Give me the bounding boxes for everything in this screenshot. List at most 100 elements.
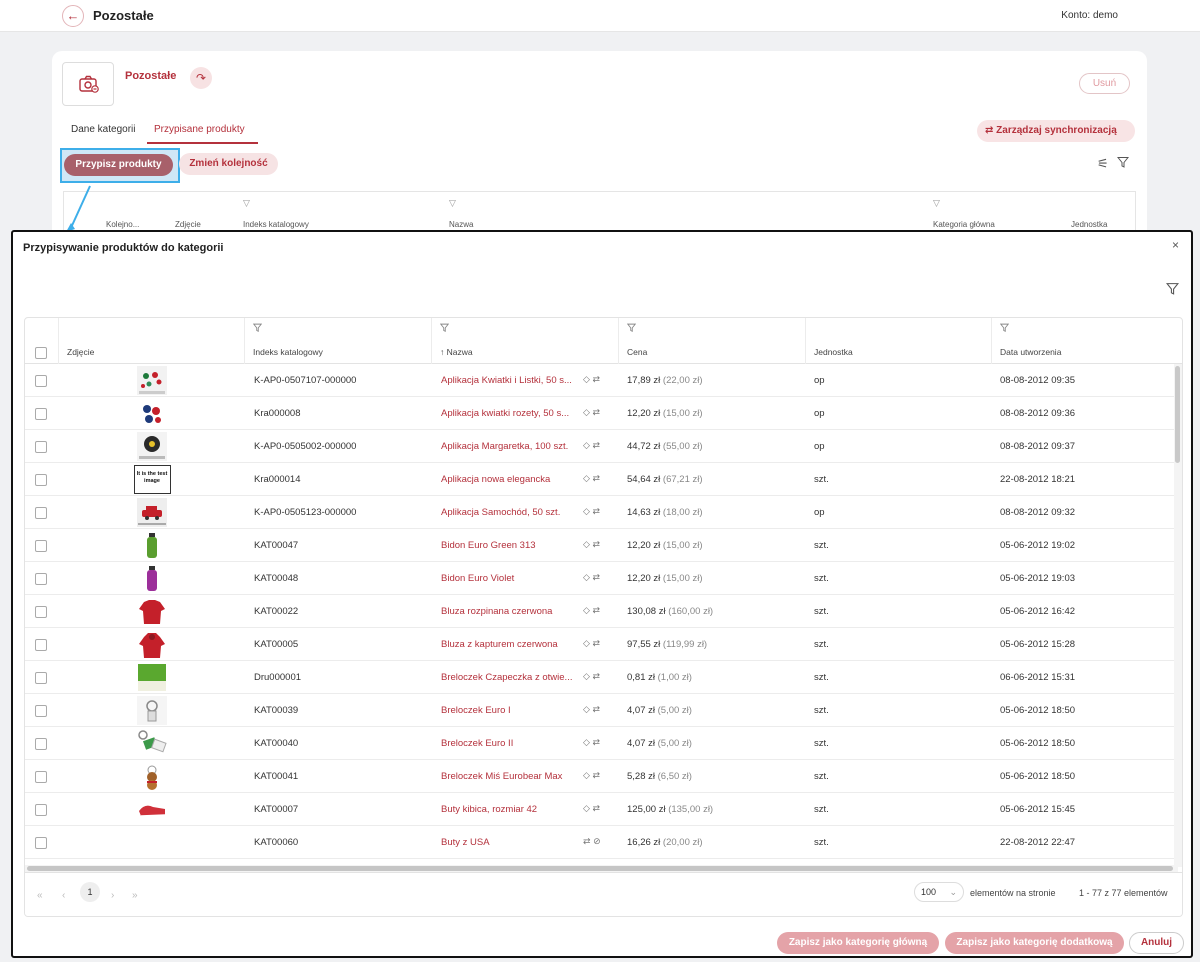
table-row[interactable]: KAT00039 Breloczek Euro I ◇ ⇄ 4,07 zł (5,00…: [25, 694, 1182, 727]
share-icon[interactable]: ↷: [190, 67, 212, 89]
select-all-checkbox[interactable]: [35, 347, 47, 359]
tab-category-data[interactable]: Dane kategorii: [71, 124, 135, 135]
price-gross: (15,00 zł): [662, 573, 703, 584]
first-page-icon[interactable]: «: [37, 890, 43, 901]
cell-name[interactable]: Breloczek Euro II: [441, 727, 589, 760]
table-row[interactable]: KAT00048 Bidon Euro Violet ◇ ⇄ 12,20 zł (15…: [25, 562, 1182, 595]
sync-icon: ⇄: [592, 737, 600, 747]
cell-name[interactable]: Breloczek Euro I: [441, 694, 589, 727]
filter-icon[interactable]: [999, 323, 1010, 335]
filter-icon[interactable]: [1165, 282, 1180, 298]
prev-page-icon[interactable]: ‹: [62, 890, 65, 901]
table-row[interactable]: KAT00041 Breloczek Miś Eurobear Max ◇ ⇄ 5,2…: [25, 760, 1182, 793]
manage-sync-button[interactable]: ⇄ Zarządzaj synchronizacją: [977, 120, 1135, 142]
cell-name[interactable]: Aplikacja Margaretka, 100 szt.: [441, 430, 589, 463]
cell-name[interactable]: Bidon Euro Green 313: [441, 529, 589, 562]
save-as-additional-category-button[interactable]: Zapisz jako kategorię dodatkową: [945, 932, 1124, 954]
table-row[interactable]: K-AP0-0505123-000000 Aplikacja Samochód, …: [25, 496, 1182, 529]
table-row[interactable]: Dru000001 Breloczek Czapeczka z otwie... ◇…: [25, 661, 1182, 694]
price-gross: (22,00 zł): [662, 375, 703, 386]
cell-index: K-AP0-0505123-000000: [254, 507, 357, 518]
assign-products-button[interactable]: Przypisz produkty: [64, 154, 173, 176]
row-checkbox[interactable]: [35, 408, 47, 420]
page-current[interactable]: 1: [80, 882, 100, 902]
row-checkbox[interactable]: [35, 606, 47, 618]
column-name-label[interactable]: ↑ Nazwa: [440, 347, 473, 357]
filter-icon[interactable]: [439, 323, 450, 335]
row-status-icons: ◇ ⇄: [583, 506, 600, 517]
table-row[interactable]: KAT00005 Bluza z kapturem czerwona ◇ ⇄ 97,5…: [25, 628, 1182, 661]
cell-name[interactable]: Bluza z kapturem czerwona: [441, 628, 589, 661]
cell-name[interactable]: Aplikacja Kwiatki i Listki, 50 s...: [441, 364, 589, 397]
cell-index: Kra000014: [254, 474, 301, 485]
bg-column-order: Kolejno...: [106, 220, 140, 229]
cell-name[interactable]: Breloczek Miś Eurobear Max: [441, 760, 589, 793]
horizontal-scrollbar[interactable]: [25, 865, 1178, 872]
blocked-icon: ⊘: [593, 836, 601, 846]
row-checkbox[interactable]: [35, 672, 47, 684]
back-arrow-icon[interactable]: ←: [62, 5, 84, 27]
filter-icon[interactable]: ▽: [449, 198, 456, 209]
cell-unit: op: [814, 408, 825, 419]
thumbnail-caption: It is the test image: [136, 471, 168, 484]
last-page-icon[interactable]: »: [132, 890, 138, 901]
table-row[interactable]: KAT00022 Bluza rozpinana czerwona ◇ ⇄ 130,0…: [25, 595, 1182, 628]
cell-unit: szt.: [814, 837, 829, 848]
filter-icon[interactable]: ▽: [243, 198, 250, 209]
row-checkbox[interactable]: [35, 441, 47, 453]
scroll-thumb[interactable]: [27, 866, 1173, 871]
column-settings-icon[interactable]: ⚟: [1097, 156, 1109, 172]
close-icon[interactable]: ×: [1172, 238, 1179, 252]
row-checkbox[interactable]: [35, 837, 47, 849]
row-checkbox[interactable]: [35, 705, 47, 717]
column-index-label[interactable]: Indeks katalogowy: [253, 347, 323, 357]
row-checkbox[interactable]: [35, 573, 47, 585]
scroll-thumb[interactable]: [1175, 366, 1180, 463]
row-checkbox[interactable]: [35, 639, 47, 651]
vertical-scrollbar[interactable]: [1174, 364, 1182, 867]
row-checkbox[interactable]: [35, 771, 47, 783]
cell-created: 05-06-2012 15:28: [1000, 639, 1076, 650]
row-checkbox[interactable]: [35, 540, 47, 552]
table-row[interactable]: K-AP0-0505002-000000 Aplikacja Margaretka…: [25, 430, 1182, 463]
row-checkbox[interactable]: [35, 375, 47, 387]
filter-icon[interactable]: [1116, 156, 1130, 171]
table-row[interactable]: KAT00040 Breloczek Euro II ◇ ⇄ 4,07 zł (5,0…: [25, 727, 1182, 760]
row-checkbox[interactable]: [35, 804, 47, 816]
cell-name[interactable]: Breloczek Czapeczka z otwie...: [441, 661, 589, 694]
cell-name[interactable]: Aplikacja Samochód, 50 szt.: [441, 496, 589, 529]
cancel-button[interactable]: Anuluj: [1129, 932, 1184, 954]
column-price-label[interactable]: Cena: [627, 347, 647, 357]
delete-button[interactable]: Usuń: [1079, 73, 1130, 94]
row-checkbox[interactable]: [35, 474, 47, 486]
row-checkbox[interactable]: [35, 507, 47, 519]
filter-icon[interactable]: [626, 323, 637, 335]
filter-icon[interactable]: ▽: [933, 198, 940, 209]
save-as-main-category-button[interactable]: Zapisz jako kategorię główną: [777, 932, 939, 954]
table-row[interactable]: KAT00007 Buty kibica, rozmiar 42 ◇ ⇄ 125,00…: [25, 793, 1182, 826]
column-unit-label[interactable]: Jednostka: [814, 347, 853, 357]
cell-name[interactable]: Buty z USA: [441, 826, 589, 859]
cell-unit: szt.: [814, 573, 829, 584]
next-page-icon[interactable]: ›: [111, 890, 114, 901]
column-created: Data utworzenia: [992, 318, 1182, 364]
table-row[interactable]: It is the test image Kra000014 Aplikacja n…: [25, 463, 1182, 496]
table-row[interactable]: KAT00060 Buty z USA ⇄ ⊘ 16,26 zł (20,00 zł)…: [25, 826, 1182, 859]
table-row[interactable]: Kra000008 Aplikacja kwiatki rozety, 50 s.…: [25, 397, 1182, 430]
cell-price: 4,07 zł (5,00 zł): [627, 694, 802, 727]
filter-icon[interactable]: [252, 323, 263, 335]
table-row[interactable]: KAT00047 Bidon Euro Green 313 ◇ ⇄ 12,20 zł …: [25, 529, 1182, 562]
price-net: 16,26 zł: [627, 837, 663, 848]
table-row[interactable]: K-AP0-0507107-000000 Aplikacja Kwiatki i …: [25, 364, 1182, 397]
cell-name[interactable]: Bidon Euro Violet: [441, 562, 589, 595]
cell-name[interactable]: Bluza rozpinana czerwona: [441, 595, 589, 628]
cell-name[interactable]: Buty kibica, rozmiar 42: [441, 793, 589, 826]
cell-name[interactable]: Aplikacja nowa elegancka: [441, 463, 589, 496]
column-created-label[interactable]: Data utworzenia: [1000, 347, 1061, 357]
page-size-select[interactable]: 100 ⌄: [914, 882, 964, 902]
tab-assigned-products[interactable]: Przypisane produkty: [154, 124, 245, 135]
change-order-button[interactable]: Zmień kolejność: [179, 153, 278, 175]
cell-price: 16,26 zł (20,00 zł): [627, 826, 802, 859]
row-checkbox[interactable]: [35, 738, 47, 750]
cell-name[interactable]: Aplikacja kwiatki rozety, 50 s...: [441, 397, 589, 430]
